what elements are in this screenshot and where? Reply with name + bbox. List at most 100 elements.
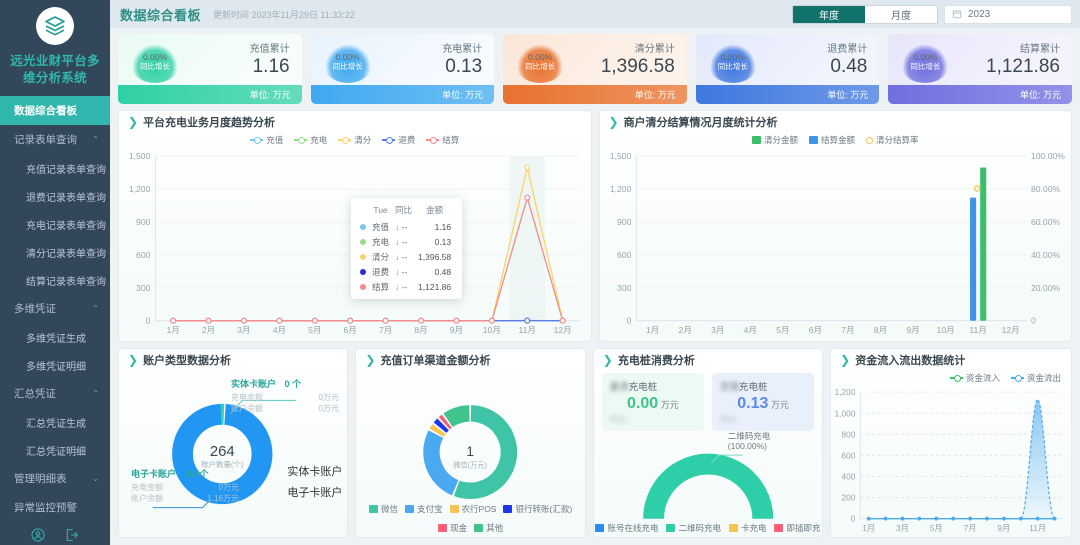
x-tick-label: 5月 bbox=[776, 325, 789, 335]
legend-item-0[interactable]: 账号在线充电 bbox=[595, 522, 658, 534]
legend-item-1[interactable]: 电子卡账户 bbox=[287, 484, 342, 500]
legend-item-3[interactable]: 即插即充 bbox=[774, 522, 821, 534]
legend-item-0[interactable]: 实体卡账户 bbox=[287, 463, 342, 479]
pile-stat-value-row: 0.13 万元 bbox=[720, 395, 806, 413]
legend-item-4[interactable]: 现金 bbox=[438, 522, 467, 534]
logout-icon[interactable] bbox=[64, 527, 80, 543]
legend-item-1[interactable]: 支付宝 bbox=[405, 503, 443, 515]
sidebar-item-7[interactable]: 多维凭证 ⌃ bbox=[0, 294, 110, 323]
sidebar-item-8[interactable]: 多维凭证生成 bbox=[0, 323, 110, 351]
chevron-icon: ⌃ bbox=[92, 135, 99, 144]
legend-item-0[interactable]: 微信 bbox=[369, 503, 398, 515]
account-legend[interactable]: 实体卡账户电子卡账户 bbox=[287, 463, 342, 505]
kpi-value: 1.16 bbox=[252, 56, 290, 77]
sidebar-item-1[interactable]: 记录表单查询 ⌃ bbox=[0, 125, 110, 154]
x-tick-label: 3月 bbox=[896, 523, 909, 533]
x-tick-label: 8月 bbox=[873, 325, 886, 335]
legend-item-2[interactable]: 卡充电 bbox=[728, 522, 766, 534]
sidebar-item-14[interactable]: 异常监控预警 bbox=[0, 493, 110, 522]
kpi-growth-badge: 0.00% 同比增长 bbox=[706, 41, 759, 83]
sidebar-item-10[interactable]: 汇总凭证 ⌃ bbox=[0, 379, 110, 408]
rate-point bbox=[973, 185, 980, 192]
tooltip-amount: 1,121.86 bbox=[418, 281, 452, 292]
data-point bbox=[1019, 516, 1023, 521]
data-point bbox=[524, 317, 531, 324]
legend-item-0[interactable]: 清分金额 bbox=[751, 134, 798, 146]
legend-item-3[interactable]: 银行转账(汇款) bbox=[503, 503, 572, 515]
data-point bbox=[985, 516, 989, 521]
legend-merchant[interactable]: 清分金额 结算金额 清分结算率 bbox=[600, 133, 1072, 146]
sidebar-item-13[interactable]: 管理明细表 ⌄ bbox=[0, 464, 110, 493]
tooltip-series-dot bbox=[360, 223, 366, 230]
legend-trend[interactable]: 充值 充电 清分 退费 结算 bbox=[119, 133, 591, 146]
sidebar-item-label: 汇总凭证明细 bbox=[26, 446, 86, 458]
legend-swatch bbox=[369, 505, 378, 513]
period-tabs[interactable]: 年度 月度 bbox=[792, 4, 938, 24]
legend-item-1[interactable]: 资金流出 bbox=[1010, 372, 1061, 384]
sidebar-item-3[interactable]: 退费记录表单查询 bbox=[0, 182, 110, 210]
tooltip-row: 充值 ↓ -- 1.16 bbox=[357, 219, 454, 234]
kpi-card-1[interactable]: 0.00% 同比增长 充电累计 0.13 单位: 万元 bbox=[310, 34, 495, 104]
sidebar-item-label: 异常监控预警 bbox=[14, 502, 77, 514]
sidebar-item-12[interactable]: 汇总凭证明细 bbox=[0, 436, 110, 464]
sidebar-item-11[interactable]: 汇总凭证生成 bbox=[0, 408, 110, 436]
sidebar-item-0[interactable]: 数据综合看板 bbox=[0, 96, 110, 125]
legend-label: 结算 bbox=[442, 135, 460, 145]
kpi-card-0[interactable]: 0.00% 同比增长 充值累计 1.16 单位: 万元 bbox=[118, 34, 302, 104]
y-tick-label: 300 bbox=[617, 283, 632, 293]
data-point bbox=[951, 516, 956, 521]
sidebar-item-4[interactable]: 充电记录表单查询 bbox=[0, 210, 110, 238]
legend-item-0[interactable]: 资金流入 bbox=[949, 372, 1000, 384]
pile-legend[interactable]: 账号在线充电 二维码充电 卡充电 即插即充 bbox=[594, 521, 822, 534]
kpi-card-2[interactable]: 0.00% 同比增长 清分累计 1,396.58 单位: 万元 bbox=[503, 34, 687, 104]
tab-yearly[interactable]: 年度 bbox=[793, 5, 865, 23]
legend-item-1[interactable]: 结算金额 bbox=[808, 134, 855, 146]
tooltip-amount: 0.48 bbox=[434, 266, 452, 277]
donut-slice-0 bbox=[454, 405, 518, 499]
legend-swatch bbox=[405, 505, 415, 513]
legend-item-2[interactable]: 农行POS bbox=[449, 503, 496, 515]
y-tick-label: 900 bbox=[136, 217, 151, 227]
sidebar-item-6[interactable]: 结算记录表单查询 bbox=[0, 266, 110, 294]
legend-item-1[interactable]: 二维码充电 bbox=[666, 522, 721, 534]
svg-text:1: 1 bbox=[467, 444, 475, 459]
kpi-name: 退费累计 bbox=[827, 44, 868, 55]
legend-item-2[interactable]: 清分 bbox=[338, 134, 371, 146]
y-tick-label: 800 bbox=[842, 429, 856, 439]
legend-item-5[interactable]: 其他 bbox=[474, 522, 503, 534]
chevron-right-icon: ❯ bbox=[365, 353, 376, 367]
data-point bbox=[559, 317, 566, 324]
sidebar-item-label: 充电记录表单查询 bbox=[26, 220, 106, 232]
tab-monthly[interactable]: 月度 bbox=[865, 6, 937, 23]
kpi-card-4[interactable]: 0.00% 同比增长 结算累计 1,121.86 单位: 万元 bbox=[888, 34, 1072, 104]
tooltip-amount: 1.16 bbox=[434, 221, 452, 232]
legend-item-4[interactable]: 结算 bbox=[426, 134, 459, 146]
logo bbox=[0, 0, 110, 49]
legend-item-0[interactable]: 充值 bbox=[250, 134, 283, 146]
sidebar-item-label: 数据综合看板 bbox=[14, 105, 77, 117]
legend-item-3[interactable]: 退费 bbox=[382, 134, 415, 146]
kpi-card-3[interactable]: 0.00% 同比增长 退费累计 0.48 单位: 万元 bbox=[695, 34, 880, 104]
sidebar-item-5[interactable]: 清分记录表单查询 bbox=[0, 238, 110, 266]
kpi-name: 结算累计 bbox=[1019, 44, 1060, 55]
tooltip-row: 清分 ↓ -- 1,396.58 bbox=[357, 249, 454, 264]
x-tick-label: 11月 bbox=[1029, 523, 1046, 533]
kpi-growth-label: 同比增长 bbox=[910, 62, 941, 71]
date-picker[interactable]: 2023 bbox=[944, 4, 1072, 24]
sidebar-item-label: 充值记录表单查询 bbox=[26, 164, 106, 176]
legend-item-1[interactable]: 充电 bbox=[294, 134, 327, 146]
panel-channel-title: 充值订单渠道金额分析 bbox=[380, 355, 491, 367]
legend-item-2[interactable]: 清分结算率 bbox=[866, 134, 919, 146]
channel-legend[interactable]: 微信 支付宝 农行POS 银行转账(汇款) 现金 其他 bbox=[356, 502, 584, 534]
sidebar-item-9[interactable]: 多维凭证明细 bbox=[0, 351, 110, 379]
legend-label: 资金流出 bbox=[1026, 373, 1061, 383]
user-icon[interactable] bbox=[30, 527, 46, 543]
y-tick-label: 1,200 bbox=[835, 387, 856, 397]
kpi-body: 0.00% 同比增长 充电累计 0.13 bbox=[311, 34, 495, 85]
y-tick-label: 1,500 bbox=[129, 151, 151, 161]
legend-flow[interactable]: 资金流入 资金流出 bbox=[831, 371, 1071, 384]
y-tick-label: 600 bbox=[136, 250, 151, 260]
chevron-right-icon: ❯ bbox=[602, 353, 613, 367]
y-tick-label: 300 bbox=[136, 283, 151, 293]
sidebar-item-2[interactable]: 充值记录表单查询 bbox=[0, 154, 110, 182]
